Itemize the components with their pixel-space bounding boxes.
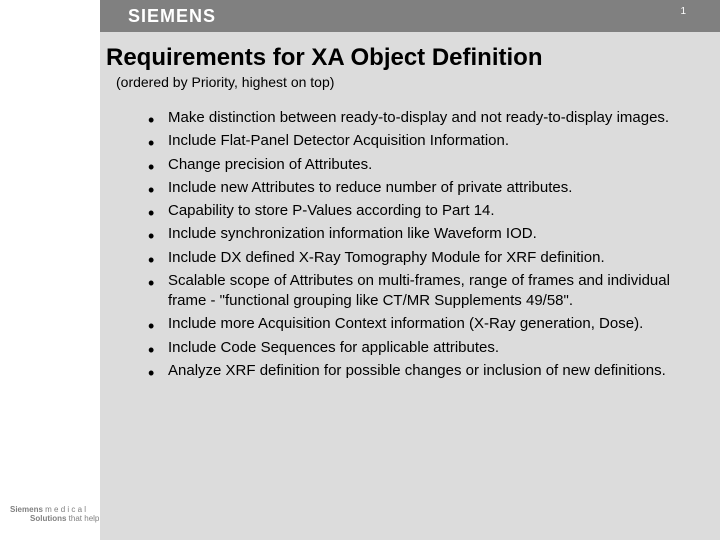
slide: SIEMENS 1 Requirements for XA Object Def…	[0, 0, 720, 540]
bullet-list: Make distinction between ready-to-displa…	[106, 108, 680, 381]
slide-subtitle: (ordered by Priority, highest on top)	[116, 74, 680, 90]
bullet-item: Include new Attributes to reduce number …	[154, 178, 680, 198]
page-number: 1	[680, 6, 686, 17]
bullet-item: Capability to store P-Values according t…	[154, 201, 680, 221]
bullet-item: Include more Acquisition Context informa…	[154, 314, 680, 334]
footer-line-2: Solutions that help	[10, 514, 99, 524]
brand-logo: SIEMENS	[128, 6, 216, 27]
footer: Siemens m e d i c a l Solutions that hel…	[10, 505, 99, 524]
bullet-item: Change precision of Attributes.	[154, 155, 680, 175]
footer-brand: Siemens	[10, 505, 43, 514]
bullet-item: Include synchronization information like…	[154, 224, 680, 244]
slide-title: Requirements for XA Object Definition	[106, 44, 680, 72]
header-left-spacer	[0, 0, 100, 32]
left-column	[0, 32, 100, 540]
bullet-item: Make distinction between ready-to-displa…	[154, 108, 680, 128]
bullet-item: Analyze XRF definition for possible chan…	[154, 361, 680, 381]
bullet-item: Include DX defined X-Ray Tomography Modu…	[154, 248, 680, 268]
header-bar: SIEMENS 1	[0, 0, 720, 32]
bullet-item: Scalable scope of Attributes on multi-fr…	[154, 271, 680, 312]
footer-line-1: Siemens m e d i c a l	[10, 505, 99, 515]
bullet-item: Include Flat-Panel Detector Acquisition …	[154, 131, 680, 151]
footer-text: that help	[66, 514, 99, 523]
content-area: Requirements for XA Object Definition (o…	[100, 32, 700, 540]
footer-text: m e d i c a l	[43, 505, 86, 514]
footer-solutions: Solutions	[30, 514, 66, 523]
header-gray-bar: SIEMENS 1	[100, 0, 720, 32]
bullet-item: Include Code Sequences for applicable at…	[154, 338, 680, 358]
